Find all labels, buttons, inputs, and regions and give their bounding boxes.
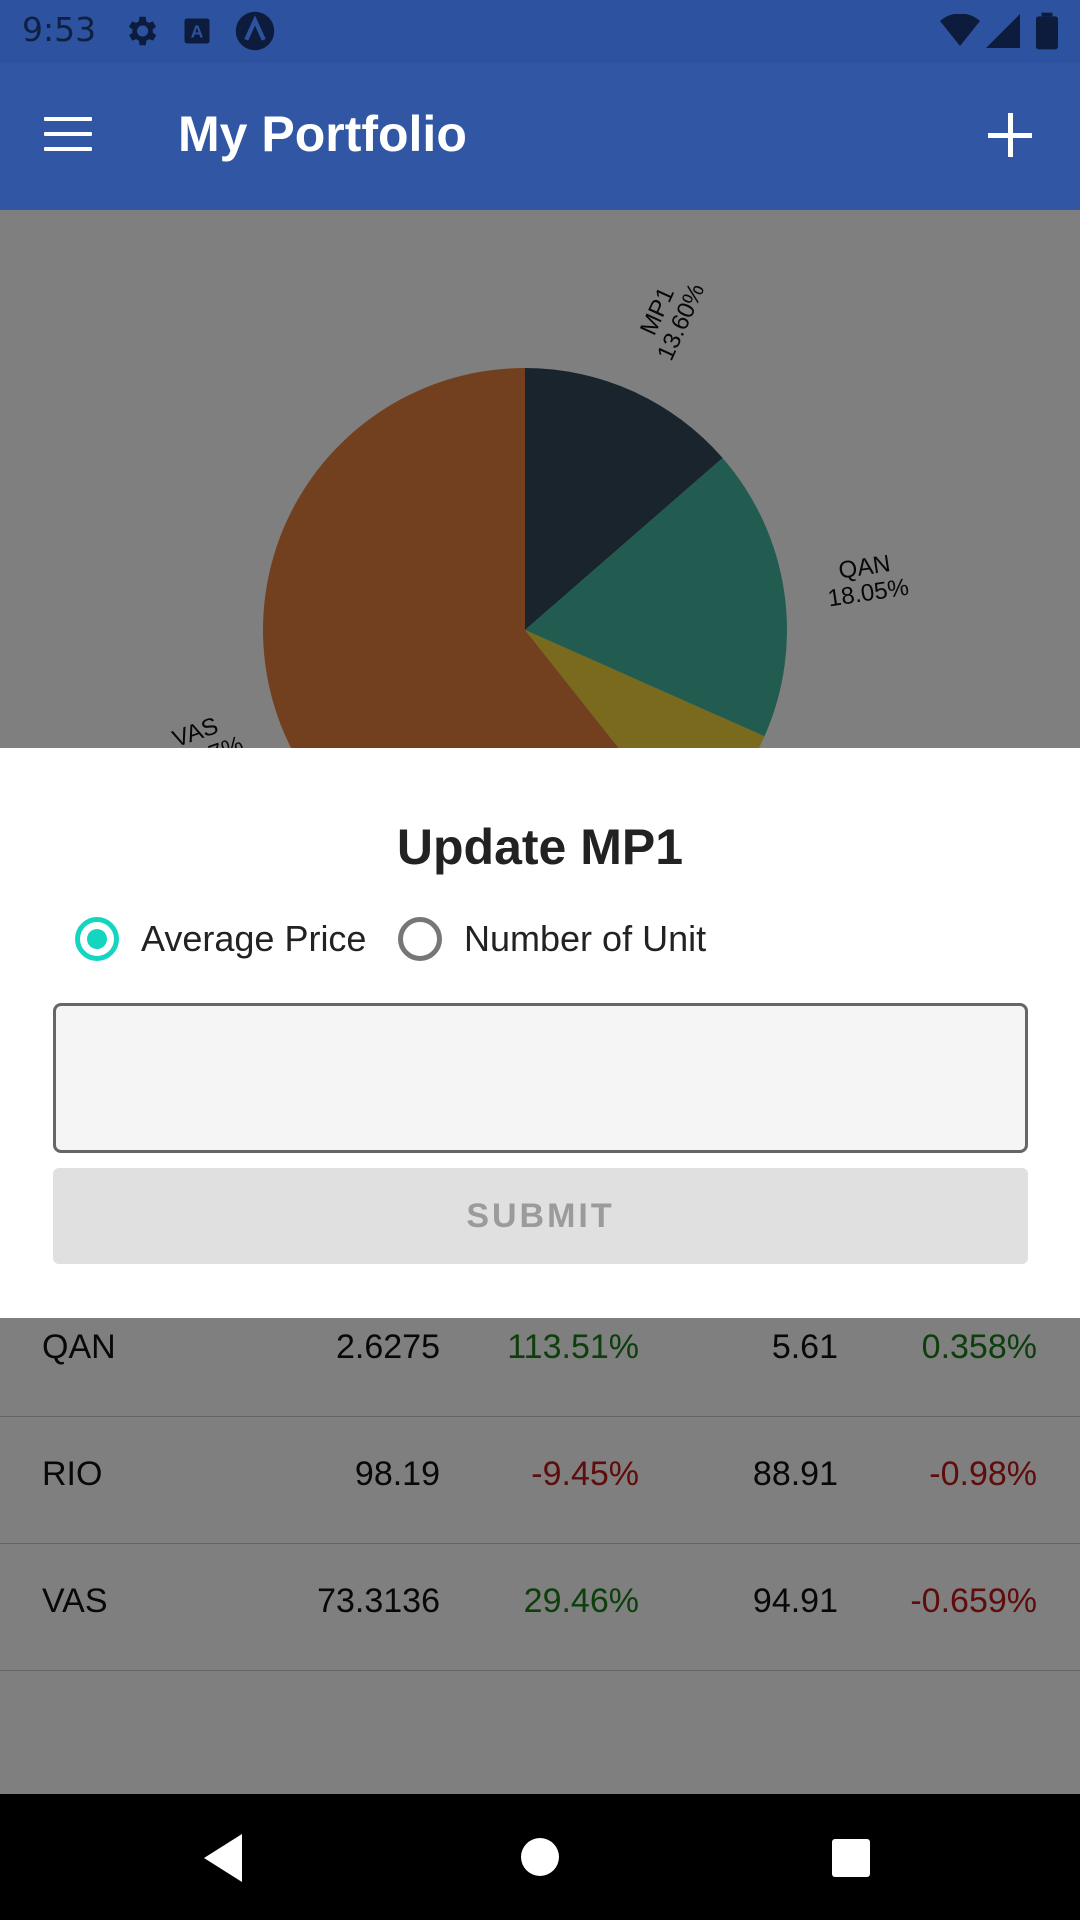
page-title: My Portfolio <box>178 106 467 162</box>
a-app-icon: A <box>184 18 210 44</box>
dialog-title: Update MP1 <box>396 819 684 875</box>
radio-label: Average Price <box>141 918 367 959</box>
value-input[interactable] <box>53 1003 1028 1153</box>
radio-number-of-unit[interactable]: Number of Unit <box>398 911 706 967</box>
battery-icon <box>1036 12 1058 50</box>
hamburger-menu-icon[interactable] <box>44 117 92 153</box>
submit-button[interactable]: SUBMIT <box>53 1168 1028 1264</box>
signal-icon <box>986 14 1020 48</box>
status-time: 9:53 <box>22 10 97 49</box>
update-dialog: Update MP1 Average Price Number of Unit … <box>0 748 1080 1318</box>
wifi-icon <box>940 14 980 46</box>
back-icon[interactable] <box>166 1794 286 1920</box>
nav-app-icon <box>235 11 275 51</box>
system-nav-bar <box>0 1794 1080 1920</box>
plus-icon[interactable] <box>988 113 1032 157</box>
radio-checked-icon[interactable] <box>75 917 119 961</box>
home-icon[interactable] <box>480 1794 600 1920</box>
radio-average-price[interactable]: Average Price <box>75 911 366 967</box>
radio-label: Number of Unit <box>464 918 707 959</box>
app-bar: My Portfolio <box>0 63 1080 210</box>
recents-icon[interactable] <box>790 1794 910 1920</box>
status-bar: 9:53 A <box>0 0 1080 63</box>
settings-icon <box>128 16 157 46</box>
radio-unchecked-icon[interactable] <box>398 917 442 961</box>
svg-text:A: A <box>191 21 204 41</box>
